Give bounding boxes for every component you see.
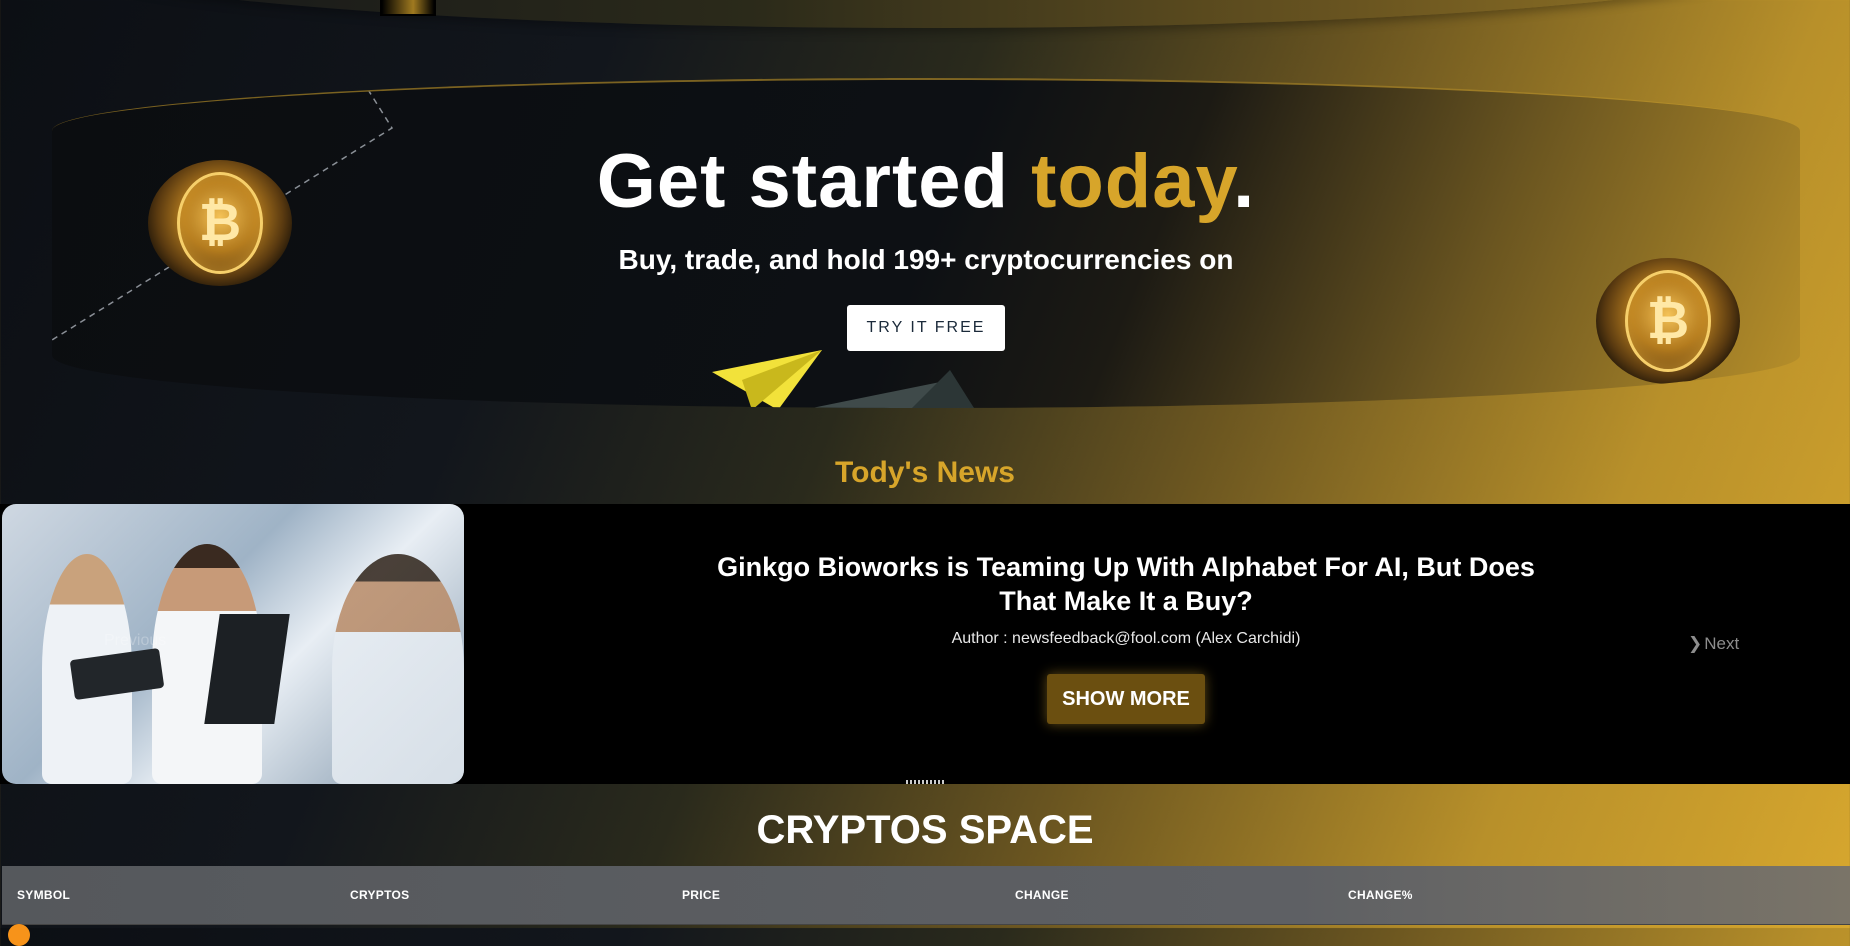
news-title: Ginkgo Bioworks is Teaming Up With Alpha… (717, 552, 1535, 616)
news-section-heading: Tody's News (835, 456, 1015, 489)
hero-title: Get started today. (52, 138, 1800, 225)
next-label: Next (1704, 634, 1740, 653)
column-header-cryptos[interactable]: CRYPTOS (350, 888, 409, 902)
column-header-symbol[interactable]: SYMBOL (17, 888, 70, 902)
hero-subtitle: Buy, trade, and hold 199+ cryptocurrenci… (618, 244, 1234, 275)
news-author: Author : newsfeedback@fool.com (Alex Car… (951, 630, 1301, 647)
news-carousel: Previous Ginkgo Bioworks is Teaming Up W… (0, 504, 1850, 784)
crypto-row-icon (8, 924, 30, 946)
hero-title-accent: today (1031, 139, 1234, 224)
hero-banner: ₿ ₿ Get started today. Buy, trade, and h… (52, 78, 1800, 408)
column-header-change-percent[interactable]: CHANGE% (1348, 888, 1413, 902)
hero-title-period: . (1233, 139, 1256, 224)
column-header-price[interactable]: PRICE (682, 888, 720, 902)
crypto-table-header: SYMBOL CRYPTOS PRICE CHANGE CHANGE% (2, 866, 1850, 925)
column-header-change[interactable]: CHANGE (1015, 888, 1069, 902)
cryptos-section-heading: CRYPTOS SPACE (756, 808, 1094, 852)
paper-plane-icon (712, 350, 974, 408)
news-article-image (2, 504, 464, 784)
top-thumbnail (380, 0, 436, 16)
carousel-indicators[interactable] (906, 780, 946, 784)
show-more-button[interactable]: SHOW MORE (1047, 674, 1205, 724)
bitcoin-coin-icon: ₿ (1596, 258, 1740, 384)
chevron-right-icon: ❯ (1688, 634, 1703, 654)
hero-title-text: Get started (596, 139, 1032, 224)
previous-arrow[interactable]: Previous (104, 632, 166, 650)
top-banner-edge (52, 0, 1800, 28)
next-arrow[interactable]: ❯ Next (1688, 634, 1739, 654)
